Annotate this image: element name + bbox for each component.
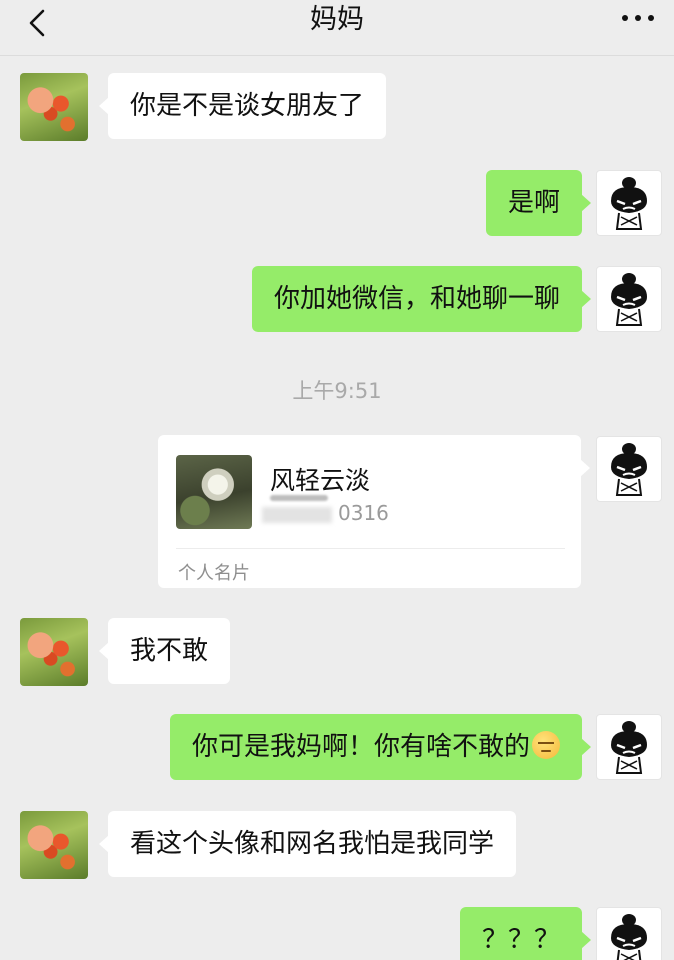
contact-card-label: 个人名片 [178, 563, 250, 584]
message-text: 是啊 [507, 188, 560, 218]
message-text: 你可是我妈啊！你有啥不敢的 [191, 732, 530, 762]
message-bubble-received[interactable]: 你是不是谈女朋友了 [98, 73, 387, 139]
avatar-me[interactable] [596, 170, 662, 236]
redacted-text [270, 495, 328, 501]
message-bubble-received[interactable]: 看这个头像和网名我怕是我同学 [98, 811, 517, 877]
redacted-text [262, 507, 332, 523]
message-bubble-sent[interactable]: ？？？ [459, 907, 592, 960]
message-text: 你加她微信，和她聊一聊 [273, 284, 560, 314]
avatar-mom[interactable] [20, 618, 88, 686]
message-bubble-sent[interactable]: 是啊 [485, 170, 592, 236]
message-text: ？？？ [481, 925, 560, 955]
avatar-mom[interactable] [20, 73, 88, 141]
message-timestamp: 上午9:51 [292, 379, 382, 403]
avatar-me[interactable] [596, 436, 662, 502]
avatar-me-illustration [611, 443, 647, 496]
contact-card-id: 0316 [338, 501, 389, 525]
message-text: 看这个头像和网名我怕是我同学 [130, 829, 495, 859]
chat-title: 妈妈 [310, 4, 364, 35]
avatar-me[interactable] [596, 714, 662, 780]
message-bubble-received[interactable]: 我不敢 [98, 618, 231, 684]
contact-card-message[interactable]: 风轻云淡 0316 个人名片 [158, 435, 590, 588]
contact-card-avatar [176, 455, 252, 529]
avatar-me[interactable] [596, 266, 662, 332]
contact-card-name: 风轻云淡 [270, 466, 371, 495]
avatar-me[interactable] [596, 907, 662, 960]
avatar-me-illustration [611, 177, 647, 230]
avatar-me-illustration [611, 721, 647, 774]
message-text: 我不敢 [130, 636, 209, 666]
message-bubble-sent[interactable]: 你加她微信，和她聊一聊 [251, 266, 592, 332]
message-bubble-sent[interactable]: 你可是我妈啊！你有啥不敢的 [169, 714, 592, 780]
avatar-mom[interactable] [20, 811, 88, 879]
chat-header: 妈妈 [0, 0, 674, 56]
more-button[interactable] [620, 8, 656, 28]
more-icon [622, 15, 654, 21]
divider [176, 548, 565, 549]
message-text: 你是不是谈女朋友了 [130, 91, 365, 121]
avatar-me-illustration [611, 273, 647, 326]
avatar-me-illustration [611, 914, 647, 960]
speechless-emoji-icon [532, 731, 560, 759]
